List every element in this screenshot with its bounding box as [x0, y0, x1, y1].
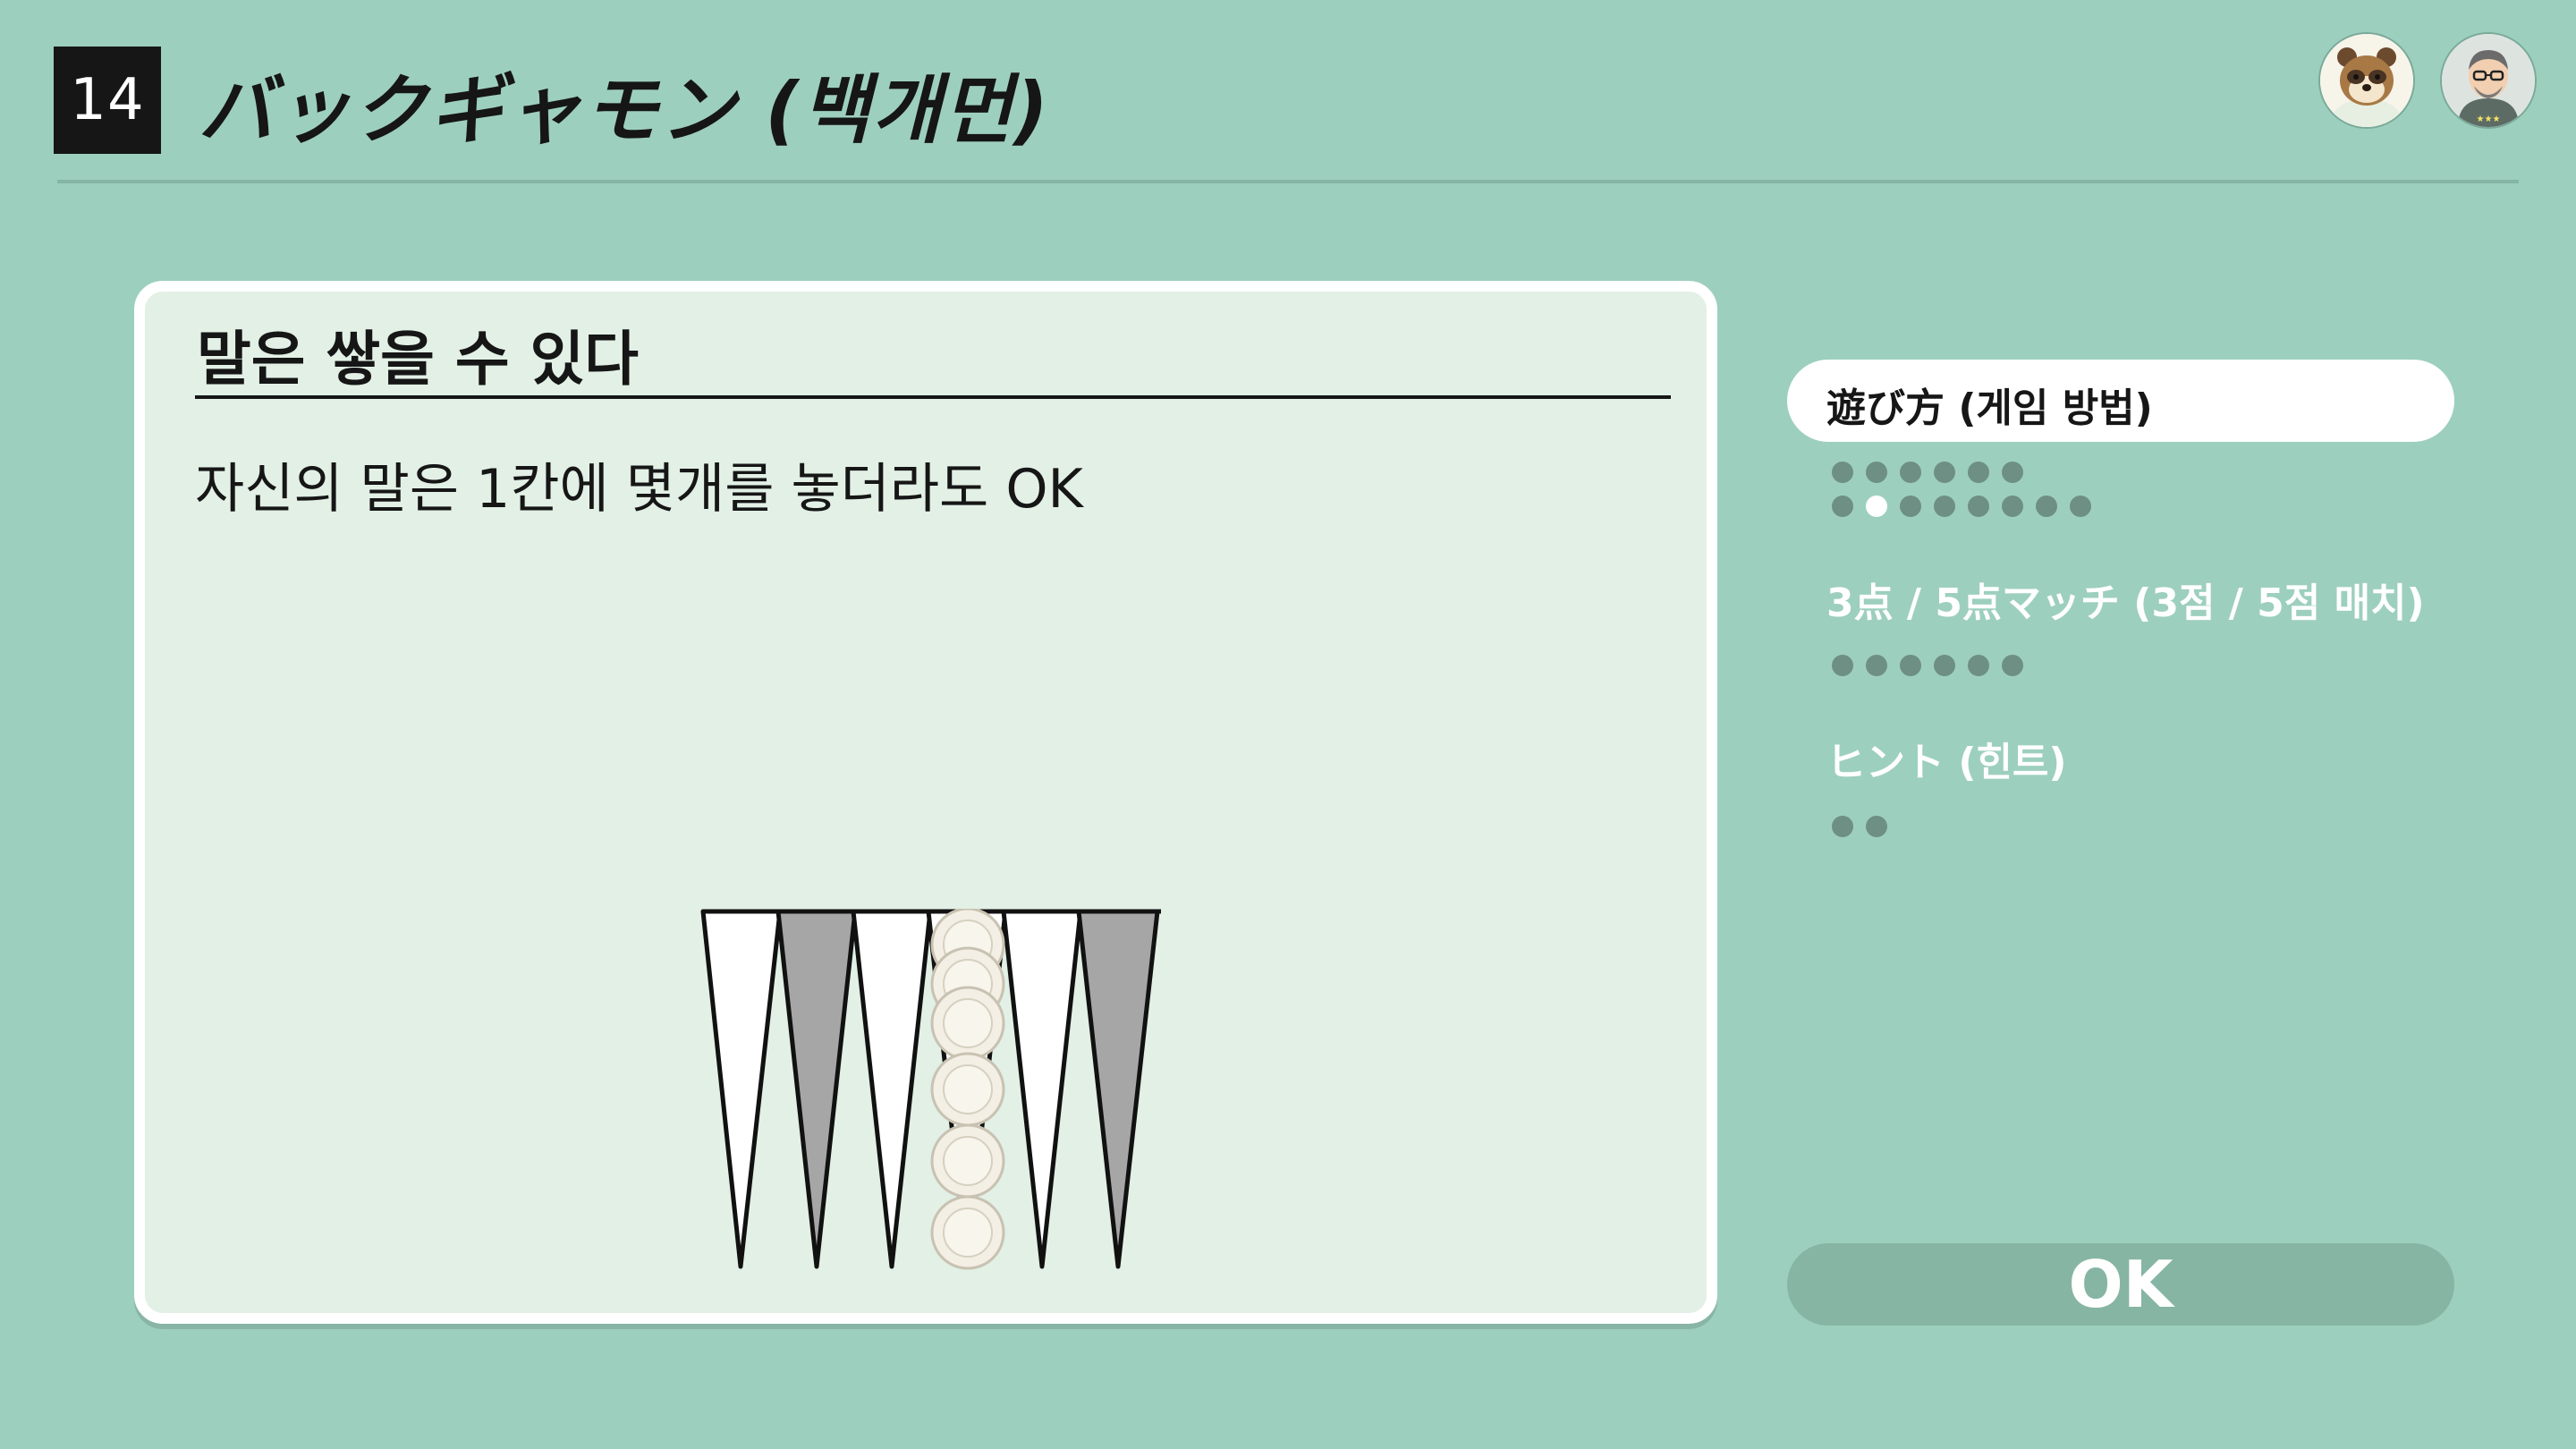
page-dot[interactable]: [1900, 496, 1921, 517]
checker-stack: [930, 909, 1005, 1270]
rule-heading: 말은 쌓을 수 있다: [197, 325, 639, 394]
page-dot[interactable]: [2070, 496, 2091, 517]
tanuki-face-icon: [2320, 34, 2413, 127]
page-dot[interactable]: [1934, 496, 1955, 517]
page-dot[interactable]: [1934, 655, 1955, 676]
page-dot[interactable]: [2036, 496, 2057, 517]
page-dot[interactable]: [1832, 496, 1853, 517]
page-dot[interactable]: [2002, 462, 2023, 483]
page-dot[interactable]: [2002, 496, 2023, 517]
page-dot[interactable]: [1968, 496, 1989, 517]
board-point: [700, 909, 783, 1269]
rule-card: 말은 쌓을 수 있다 자신의 말은 1칸에 몇개를 놓더라도 OK: [134, 281, 1717, 1324]
checker: [930, 986, 1005, 1061]
chapter-number: 14: [54, 47, 161, 154]
svg-text:★★★: ★★★: [2477, 114, 2501, 124]
heading-divider: [195, 395, 1671, 399]
page-dot[interactable]: [1866, 462, 1887, 483]
backgammon-board-illustration: [699, 909, 1165, 1284]
checker: [930, 1052, 1005, 1127]
page-dot[interactable]: [1866, 655, 1887, 676]
page-dot[interactable]: [1832, 655, 1853, 676]
menu-item-match-points[interactable]: 3点 / 5点マッチ (3점 / 5점 매치): [1826, 571, 2425, 628]
checker: [930, 1195, 1005, 1270]
page-dot[interactable]: [1968, 462, 1989, 483]
rule-description: 자신의 말은 1칸에 몇개를 놓더라도 OK: [195, 458, 1083, 521]
board-point: [1076, 909, 1160, 1269]
page-dots-how-to-play-row-1: [1832, 462, 2023, 483]
page-dot[interactable]: [1832, 462, 1853, 483]
header-divider: [57, 180, 2519, 183]
tanuki-avatar: [2320, 34, 2413, 127]
page-dot[interactable]: [1900, 655, 1921, 676]
page-title: バックギャモン (백개먼): [199, 65, 1050, 154]
page-dots-match-points: [1832, 655, 2023, 676]
board-point: [775, 909, 858, 1269]
mii-face-icon: ★★★: [2442, 34, 2535, 127]
player-avatar: ★★★: [2442, 34, 2535, 127]
checker: [930, 1123, 1005, 1199]
ok-button[interactable]: OK: [1787, 1243, 2454, 1326]
board-point: [1001, 909, 1083, 1269]
board-point: [851, 909, 933, 1269]
page-dot[interactable]: [1968, 655, 1989, 676]
menu-label-how-to-play[interactable]: 遊び方 (게임 방법): [1826, 376, 2153, 433]
menu-item-hints[interactable]: ヒント (힌트): [1826, 730, 2067, 787]
page-dot[interactable]: [2002, 655, 2023, 676]
page-dot[interactable]: [1832, 816, 1853, 837]
page-dot[interactable]: [1934, 462, 1955, 483]
current-page-dot[interactable]: [1866, 496, 1887, 517]
page-dots-how-to-play-row-2: [1832, 496, 2091, 517]
page-dot[interactable]: [1900, 462, 1921, 483]
page-dots-hints: [1832, 816, 1887, 837]
page-dot[interactable]: [1866, 816, 1887, 837]
